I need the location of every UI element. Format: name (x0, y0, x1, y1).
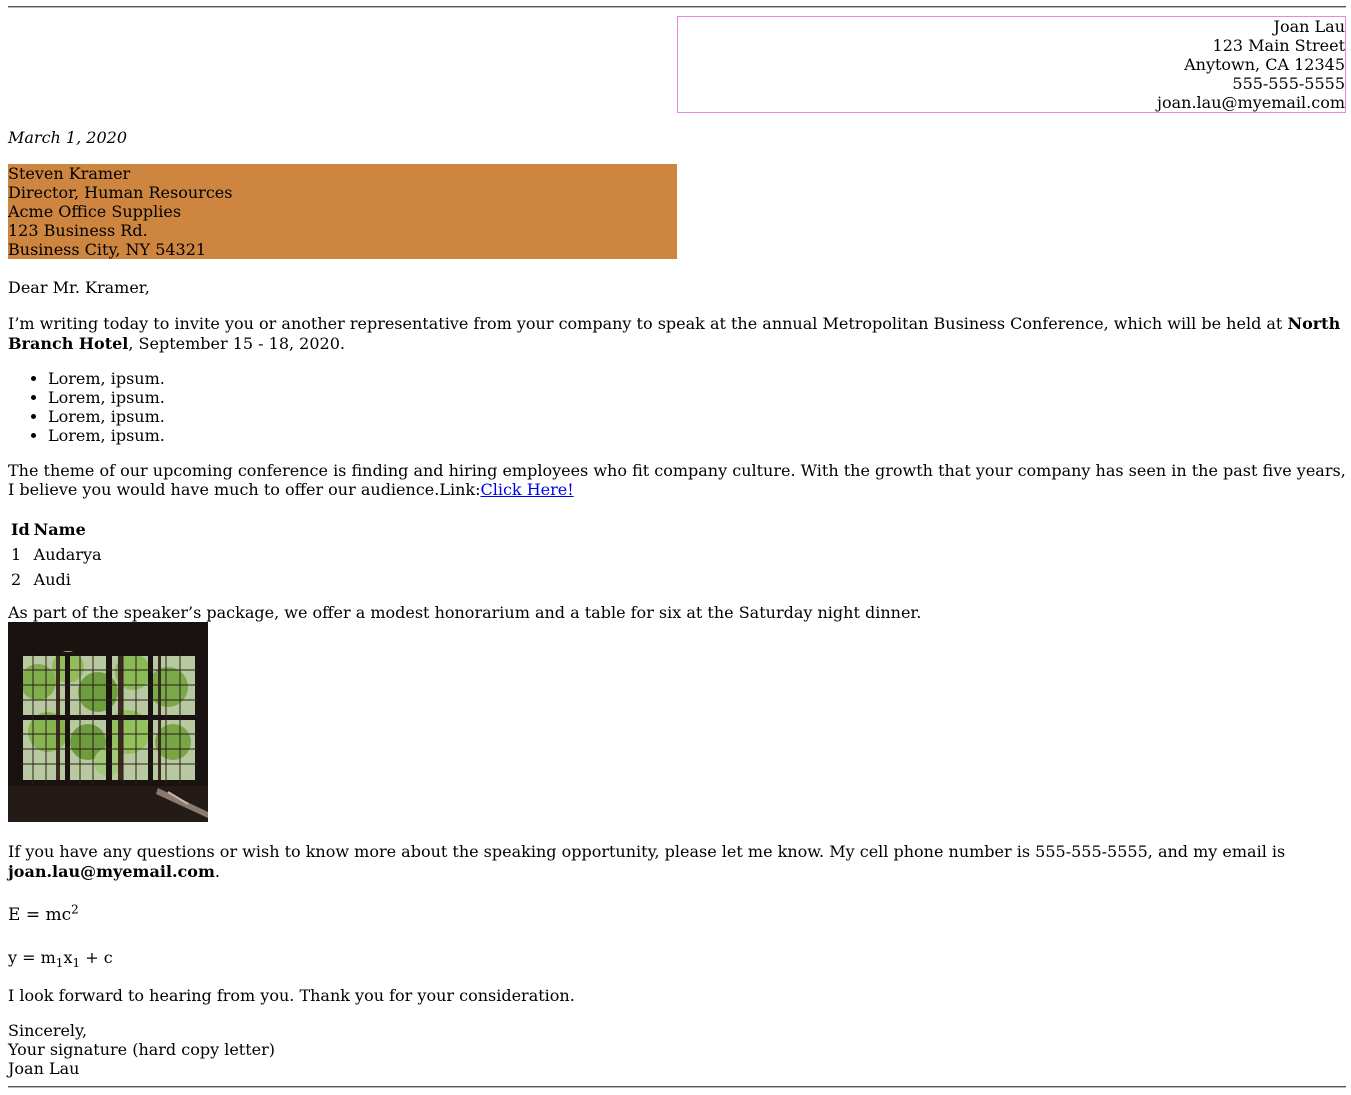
table-row: 1 Audarya (10, 543, 103, 566)
window-photo (8, 622, 208, 822)
window-photo-image (8, 622, 208, 822)
contact-paragraph: If you have any questions or wish to kno… (8, 842, 1346, 882)
bottom-divider (8, 1086, 1346, 1088)
equation-y: y = m (8, 948, 56, 967)
equation-line: y = m1x1 + c (8, 948, 113, 971)
list-item: Lorem, ipsum. (48, 426, 165, 445)
list-item: Lorem, ipsum. (48, 388, 165, 407)
table-cell-id: 2 (11, 570, 22, 589)
table-cell-id: 1 (11, 545, 22, 564)
table-header-row: Id Name (10, 518, 103, 541)
signoff-block: Sincerely, Your signature (hard copy let… (8, 1021, 1346, 1078)
sender-email: joan.lau@myemail.com (1157, 93, 1345, 112)
recipient-company: Acme Office Supplies (8, 202, 182, 221)
theme-text: The theme of our upcoming conference is … (8, 461, 1346, 499)
signoff-sincerely: Sincerely, (8, 1021, 88, 1040)
table-cell-name: Audarya (33, 545, 102, 564)
letter-page: Joan Lau 123 Main Street Anytown, CA 123… (0, 0, 1351, 1095)
contact-end: . (214, 862, 220, 881)
equation-sub-x: 1 (72, 956, 81, 971)
column-header-id: Id (11, 520, 30, 539)
sender-street: 123 Main Street (1212, 36, 1345, 55)
equation-base: E = mc (8, 905, 72, 925)
recipient-street: 123 Business Rd. (8, 221, 148, 240)
equation-emc2: E = mc2 (8, 903, 79, 925)
click-here-link[interactable]: Click Here! (480, 480, 573, 499)
equation-rest: + c (80, 948, 113, 967)
sender-name: Joan Lau (1273, 17, 1345, 36)
sender-phone: 555-555-5555 (1232, 74, 1345, 93)
top-divider (8, 6, 1346, 8)
recipient-city: Business City, NY 54321 (8, 240, 207, 259)
letter-date: March 1, 2020 (8, 128, 127, 147)
people-table: Id Name 1 Audarya 2 Audi (8, 516, 105, 593)
signoff-name: Joan Lau (8, 1059, 80, 1078)
bullet-list: Lorem, ipsum. Lorem, ipsum. Lorem, ipsum… (8, 369, 165, 445)
intro-text: I’m writing today to invite you or anoth… (8, 314, 1288, 333)
package-paragraph: As part of the speaker’s package, we off… (8, 603, 922, 622)
intro-dates: , September 15 - 18, 2020. (128, 334, 345, 353)
column-header-name: Name (33, 520, 86, 539)
recipient-name: Steven Kramer (8, 164, 131, 183)
recipient-title: Director, Human Resources (8, 183, 233, 202)
table-row: 2 Audi (10, 568, 103, 591)
contact-text: If you have any questions or wish to kno… (8, 842, 1286, 861)
intro-paragraph: I’m writing today to invite you or anoth… (8, 314, 1346, 354)
signoff-signature: Your signature (hard copy letter) (8, 1040, 276, 1059)
list-item: Lorem, ipsum. (48, 407, 165, 426)
sender-address-block: Joan Lau 123 Main Street Anytown, CA 123… (677, 16, 1346, 113)
table-cell-name: Audi (33, 570, 71, 589)
contact-email: joan.lau@myemail.com (8, 862, 215, 881)
sender-city: Anytown, CA 12345 (1184, 55, 1345, 74)
equation-exponent: 2 (71, 902, 79, 917)
theme-paragraph: The theme of our upcoming conference is … (8, 461, 1346, 499)
closing-paragraph: I look forward to hearing from you. Than… (8, 986, 575, 1005)
list-item: Lorem, ipsum. (48, 369, 165, 388)
greeting: Dear Mr. Kramer, (8, 278, 150, 297)
recipient-address-block: Steven Kramer Director, Human Resources … (8, 164, 677, 259)
